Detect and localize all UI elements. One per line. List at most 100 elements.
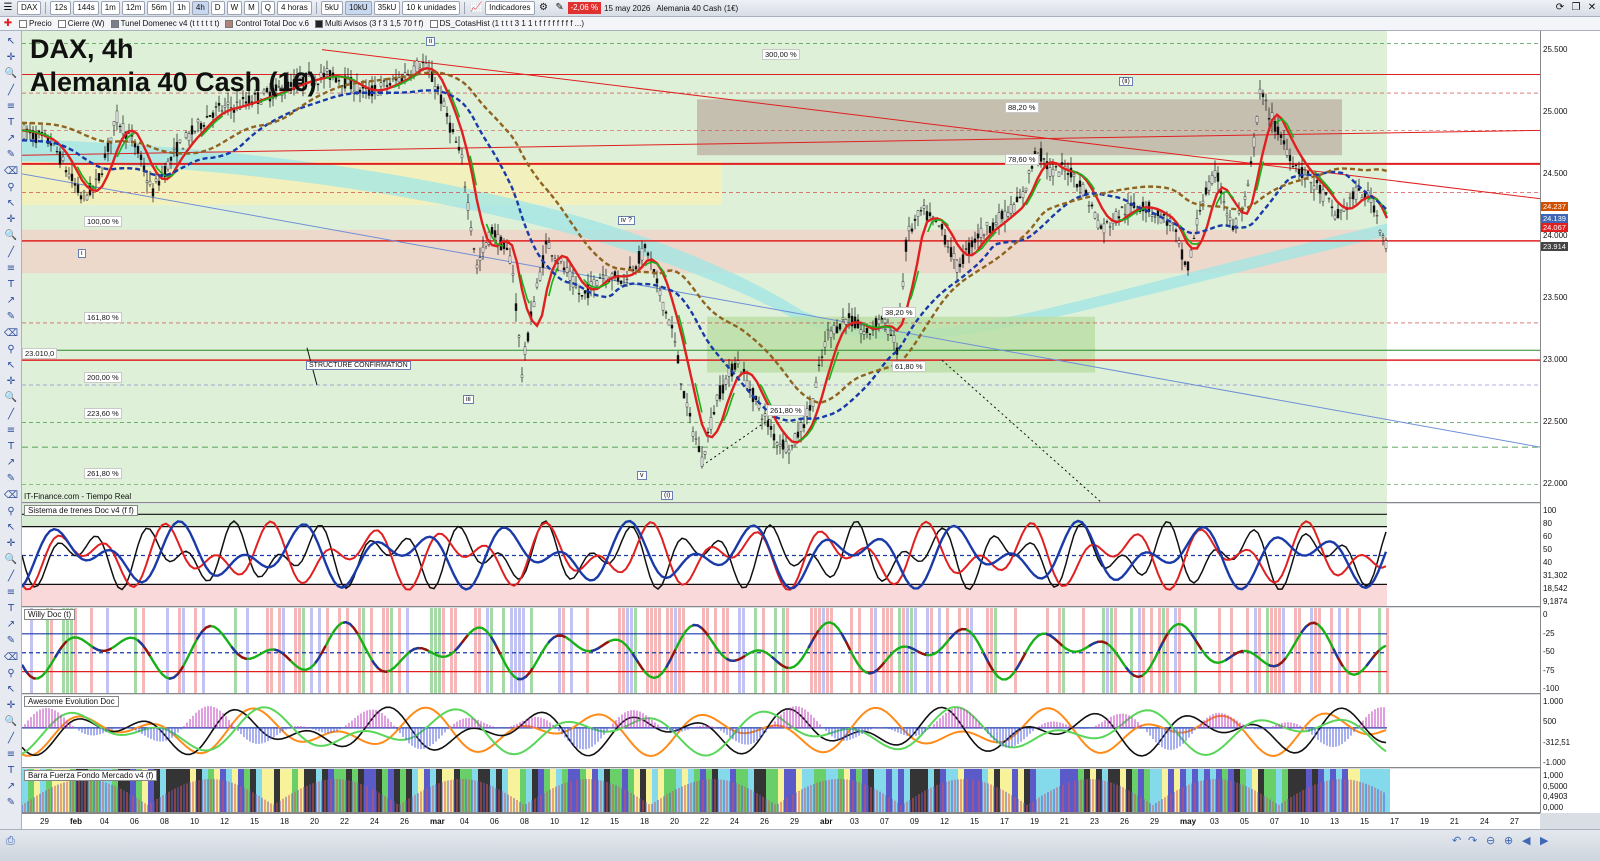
crosshair-icon[interactable]: ✛ xyxy=(3,213,19,227)
indicators-button[interactable]: Indicadores xyxy=(485,1,535,15)
timeframe-button-D[interactable]: D xyxy=(210,1,225,15)
magnet-icon[interactable]: ⚲ xyxy=(3,343,19,357)
timeframe-button-144s[interactable]: 144s xyxy=(73,1,99,15)
period-select[interactable]: 4 horas xyxy=(277,1,312,15)
crosshair-icon[interactable]: ✛ xyxy=(3,51,19,65)
cursor-icon[interactable]: ↖ xyxy=(3,197,19,211)
indicator-title[interactable]: Willy Doc (t) xyxy=(24,609,76,620)
timeframe-button-12s[interactable]: 12s xyxy=(50,1,72,15)
text-icon[interactable]: T xyxy=(3,278,19,292)
close-icon[interactable]: ✕ xyxy=(1586,2,1598,14)
zoom-icon[interactable]: 🔍 xyxy=(3,715,19,729)
time-axis[interactable]: 29 feb 04 06 08 10 12 15 18 20 22 24 26 mar 04 06 08 10 12… xyxy=(22,813,1540,829)
line-icon[interactable]: ╱ xyxy=(3,408,19,422)
fib-icon[interactable]: ≡ xyxy=(3,424,19,438)
volume-button-10kU[interactable]: 10kU xyxy=(344,1,372,15)
indicator-pane-fuerza[interactable]: Barra Fuerza Fondo Mercado v4 (f) xyxy=(22,769,1540,813)
zoom-in-icon[interactable]: ⊕ xyxy=(1504,834,1513,847)
timeframe-button-W[interactable]: W xyxy=(226,1,243,15)
units-select[interactable]: 10 k unidades xyxy=(402,1,461,15)
line-icon[interactable]: ╱ xyxy=(3,84,19,98)
trend-icon[interactable]: ↗ xyxy=(3,294,19,308)
legend-item[interactable]: Tunel Domenec v4 (t t t t t t) xyxy=(110,19,219,28)
trend-icon[interactable]: ↗ xyxy=(3,618,19,632)
crosshair-icon[interactable]: ✛ xyxy=(3,699,19,713)
timeframe-button-12m[interactable]: 12m xyxy=(121,1,146,15)
eraser-icon[interactable]: ⌫ xyxy=(3,651,19,665)
scroll-right-icon[interactable]: ▶ xyxy=(1540,834,1548,847)
price-chart[interactable] xyxy=(22,31,1540,503)
cursor-icon[interactable]: ↖ xyxy=(3,521,19,535)
indicator-pane-trenes[interactable]: Sistema de trenes Doc v4 (f f) xyxy=(22,504,1540,607)
timeframe-button-56m[interactable]: 56m xyxy=(147,1,171,15)
crosshair-icon[interactable]: ✛ xyxy=(3,375,19,389)
undo-icon[interactable]: ↶ xyxy=(1452,834,1461,847)
text-icon[interactable]: T xyxy=(3,440,19,454)
price-axis[interactable]: 25.500 25.000 24.500 24.000 23.500 23.000 22.5… xyxy=(1540,31,1600,813)
indicator-title[interactable]: Sistema de trenes Doc v4 (f f) xyxy=(24,505,138,516)
text-icon[interactable]: T xyxy=(3,602,19,616)
indicator-title[interactable]: Barra Fuerza Fondo Mercado v4 (f) xyxy=(24,770,158,781)
line-icon[interactable]: ╱ xyxy=(3,246,19,260)
window-icon[interactable]: ❐ xyxy=(1570,2,1582,14)
cursor-icon[interactable]: ↖ xyxy=(3,35,19,49)
legend-item[interactable]: DS_CotasHist (1 t t t 3 1 1 t f f f f f … xyxy=(429,19,584,28)
magnet-icon[interactable]: ⚲ xyxy=(3,505,19,519)
legend-item[interactable]: Control Total Doc v.6 xyxy=(225,19,309,28)
indicator-title[interactable]: Awesome Evolution Doc xyxy=(24,696,119,707)
chart-area[interactable]: DAX, 4h Alemania 40 Cash (1€) IT-Finance… xyxy=(22,31,1540,813)
add-icon[interactable]: ✚ xyxy=(2,18,14,30)
volume-button-5kU[interactable]: 5kU xyxy=(320,1,343,15)
pencil-icon[interactable]: ✎ xyxy=(3,634,19,648)
trend-icon[interactable]: ↗ xyxy=(3,132,19,146)
pencil-icon[interactable]: ✎ xyxy=(3,796,19,810)
fib-icon[interactable]: ≡ xyxy=(3,748,19,762)
eraser-icon[interactable]: ⌫ xyxy=(3,489,19,503)
fib-icon[interactable]: ≡ xyxy=(3,262,19,276)
text-icon[interactable]: T xyxy=(3,764,19,778)
menu-icon[interactable]: ☰ xyxy=(2,2,14,14)
symbol-select[interactable]: DAX xyxy=(17,1,42,15)
text-icon[interactable]: T xyxy=(3,116,19,130)
zoom-icon[interactable]: 🔍 xyxy=(3,553,19,567)
pencil-icon[interactable]: ✎ xyxy=(3,472,19,486)
zoom-icon[interactable]: 🔍 xyxy=(3,229,19,243)
price-pane[interactable]: DAX, 4h Alemania 40 Cash (1€) IT-Finance… xyxy=(22,31,1540,503)
refresh-icon[interactable]: ⟳ xyxy=(1554,2,1566,14)
pencil-icon[interactable]: ✎ xyxy=(3,310,19,324)
timeframe-button-4h[interactable]: 4h xyxy=(191,1,209,15)
fib-icon[interactable]: ≡ xyxy=(3,100,19,114)
line-icon[interactable]: ╱ xyxy=(3,570,19,584)
timeframe-button-Q[interactable]: Q xyxy=(260,1,276,15)
indicator-pane-willy[interactable]: Willy Doc (t) xyxy=(22,608,1540,694)
line-icon[interactable]: ╱ xyxy=(3,732,19,746)
eraser-icon[interactable]: ⌫ xyxy=(3,165,19,179)
fib-icon[interactable]: ≡ xyxy=(3,586,19,600)
legend-item[interactable]: Cierre (W) xyxy=(57,19,105,28)
timeframe-button-1m[interactable]: 1m xyxy=(100,1,120,15)
draw-icon[interactable]: ✎ xyxy=(554,2,566,14)
trend-icon[interactable]: ↗ xyxy=(3,780,19,794)
zoom-icon[interactable]: 🔍 xyxy=(3,67,19,81)
indicator-chart-icon[interactable]: 📈 xyxy=(470,2,482,14)
pencil-icon[interactable]: ✎ xyxy=(3,148,19,162)
legend-item[interactable]: Multi Avisos (3 f 3 1,5 70 f f) xyxy=(314,19,424,28)
crosshair-icon[interactable]: ✛ xyxy=(3,537,19,551)
print-icon[interactable]: ⎙ xyxy=(6,834,15,848)
zoom-icon[interactable]: 🔍 xyxy=(3,391,19,405)
timeframe-button-M[interactable]: M xyxy=(244,1,259,15)
indicator-pane-awesome[interactable]: Awesome Evolution Doc xyxy=(22,695,1540,768)
magnet-icon[interactable]: ⚲ xyxy=(3,181,19,195)
redo-icon[interactable]: ↷ xyxy=(1468,834,1477,847)
trend-icon[interactable]: ↗ xyxy=(3,456,19,470)
settings-icon[interactable]: ⚙ xyxy=(538,2,550,14)
cursor-icon[interactable]: ↖ xyxy=(3,359,19,373)
zoom-out-icon[interactable]: ⊖ xyxy=(1486,834,1495,847)
legend-item[interactable]: Precio xyxy=(19,19,52,28)
cursor-icon[interactable]: ↖ xyxy=(3,683,19,697)
volume-button-35kU[interactable]: 35kU xyxy=(373,1,401,15)
scroll-left-icon[interactable]: ◀ xyxy=(1522,834,1530,847)
magnet-icon[interactable]: ⚲ xyxy=(3,667,19,681)
timeframe-button-1h[interactable]: 1h xyxy=(172,1,190,15)
eraser-icon[interactable]: ⌫ xyxy=(3,327,19,341)
